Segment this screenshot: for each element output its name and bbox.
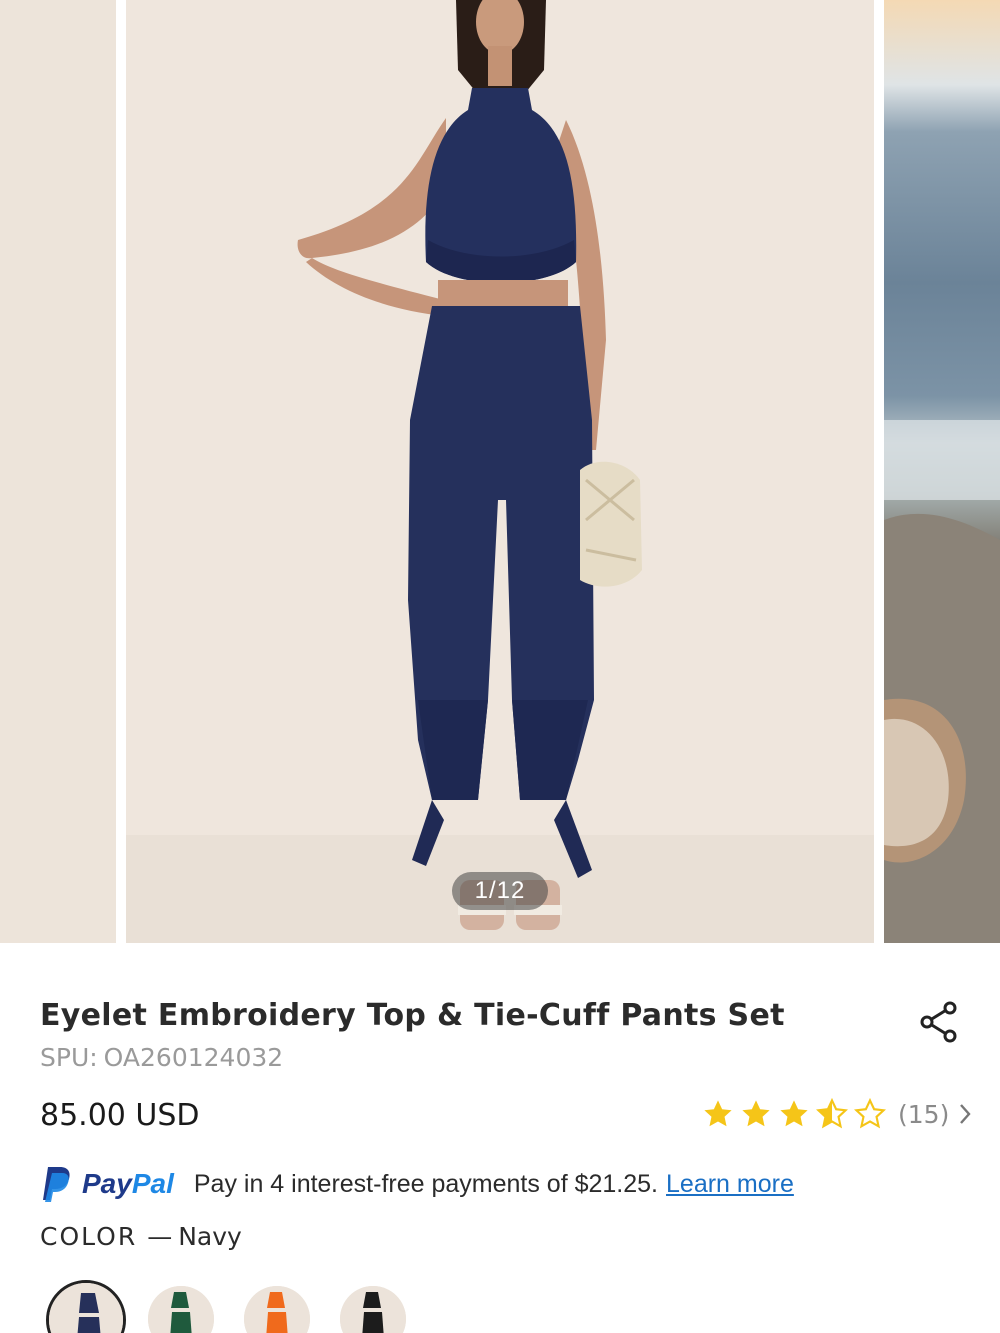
paypal-wordmark: PayPal [82, 1168, 174, 1200]
product-photo [126, 0, 874, 943]
star-half-icon [816, 1098, 848, 1129]
color-separator: — [147, 1222, 173, 1251]
image-counter: 1/12 [452, 872, 548, 910]
paypal-wordmark-pay: Pay [82, 1168, 132, 1199]
gallery-next-slide[interactable] [884, 0, 1000, 943]
paypal-logo: PayPal [40, 1165, 174, 1203]
learn-more-link[interactable]: Learn more [666, 1170, 794, 1199]
paypal-icon [43, 1167, 70, 1202]
color-label: COLOR [40, 1222, 138, 1251]
swatch-thumbnail [148, 1286, 214, 1333]
share-button[interactable] [918, 1000, 960, 1044]
color-swatch-navy[interactable] [46, 1280, 126, 1333]
review-count: (15) [898, 1099, 950, 1129]
next-photo-preview [884, 420, 1000, 943]
star-empty-icon [854, 1098, 886, 1129]
product-spu: SPU: OA260124032 [40, 1043, 283, 1072]
rating-summary[interactable]: (15) [702, 1096, 975, 1132]
selected-color-name: Navy [178, 1222, 242, 1251]
swatch-thumbnail [340, 1286, 406, 1333]
share-icon [920, 1001, 957, 1043]
image-gallery[interactable]: 1/12 [0, 0, 1000, 943]
swatch-thumbnail [49, 1283, 123, 1333]
gallery-previous-slide[interactable] [0, 0, 116, 943]
color-swatch-orange[interactable] [244, 1286, 310, 1333]
star-full-icon [742, 1100, 770, 1127]
paypal-installments: PayPal Pay in 4 interest-free payments o… [40, 1162, 794, 1206]
chevron-right-icon [960, 1104, 971, 1124]
product-price: 85.00 USD [40, 1098, 200, 1133]
color-swatch-green[interactable] [148, 1286, 214, 1333]
paypal-message: Pay in 4 interest-free payments of $21.2… [193, 1169, 659, 1198]
paypal-wordmark-pal: Pal [131, 1168, 174, 1199]
color-selector-label: COLOR — Navy [40, 1222, 242, 1251]
spu-value: OA260124032 [103, 1043, 284, 1072]
color-swatch-black[interactable] [340, 1286, 406, 1333]
swatch-thumbnail [244, 1286, 310, 1333]
star-full-icon [780, 1100, 808, 1127]
product-title: Eyelet Embroidery Top & Tie-Cuff Pants S… [40, 998, 785, 1033]
star-full-icon [704, 1100, 732, 1127]
gallery-main-slide[interactable] [126, 0, 874, 943]
spu-label: SPU: [40, 1043, 98, 1072]
